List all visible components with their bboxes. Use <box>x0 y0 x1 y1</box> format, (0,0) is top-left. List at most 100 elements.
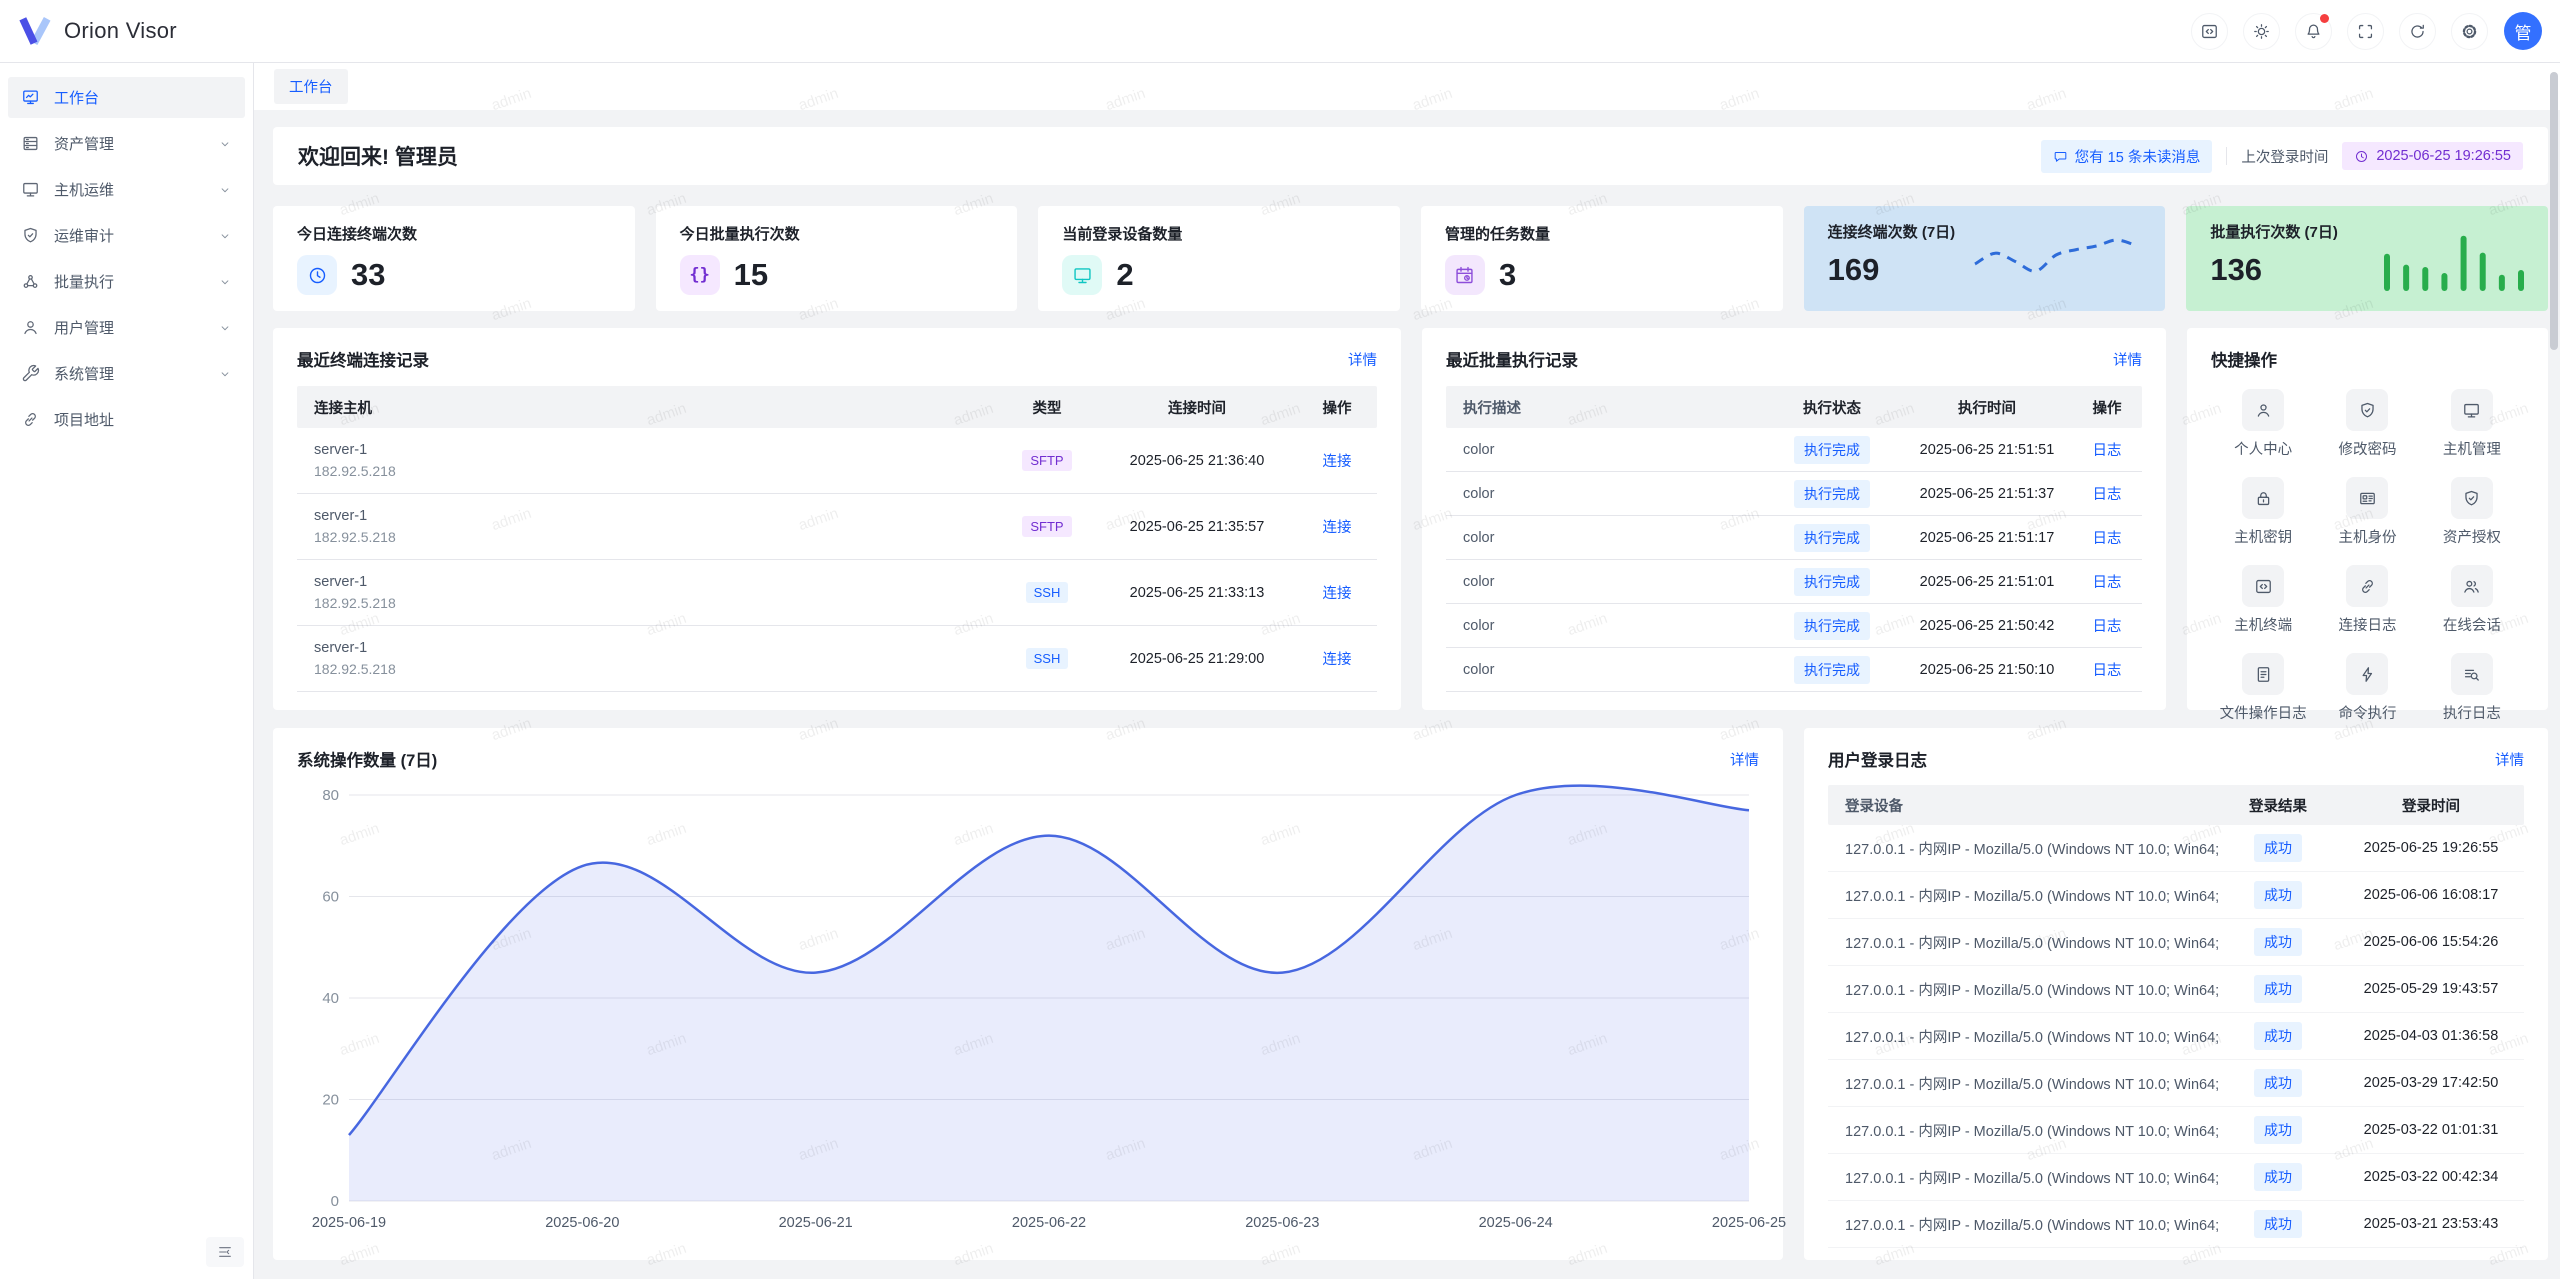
orion-logo-icon <box>18 16 52 46</box>
trend-label: 连接终端次数 (7日) <box>1828 221 1956 242</box>
quick-command-exec[interactable]: 命令执行 <box>2315 647 2419 729</box>
ops-chart-detail-link[interactable]: 详情 <box>1730 749 1759 770</box>
breadcrumb-item-workbench[interactable]: 工作台 <box>274 69 348 104</box>
sidebar-item-assets[interactable]: 资产管理 <box>8 123 245 164</box>
login-device: 127.0.0.1 - 内网IP - Mozilla/5.0 (Windows … <box>1828 1120 2218 1141</box>
exec-record-row: color 执行完成 2025-06-25 21:51:51 日志 <box>1446 428 2142 472</box>
brand[interactable]: Orion Visor <box>18 16 177 46</box>
quick-action-label: 主机身份 <box>2338 526 2396 547</box>
login-log-row: 127.0.0.1 - 内网IP - Mozilla/5.0 (Windows … <box>1828 1013 2524 1060</box>
fullscreen-button[interactable] <box>2347 13 2384 50</box>
login-result-badge: 成功 <box>2254 1116 2302 1144</box>
log-link[interactable]: 日志 <box>2093 663 2122 679</box>
theme-button[interactable] <box>2243 13 2280 50</box>
stat-label: 今日批量执行次数 <box>680 223 994 244</box>
chevron-down-icon <box>218 137 232 151</box>
quick-exec-logs[interactable]: 执行日志 <box>2420 647 2524 729</box>
log-link[interactable]: 日志 <box>2093 531 2122 547</box>
log-link[interactable]: 日志 <box>2093 487 2122 503</box>
sidebar-item-users[interactable]: 用户管理 <box>8 307 245 348</box>
scrollbar-thumb[interactable] <box>2550 72 2558 350</box>
braces-icon: {} <box>680 255 720 295</box>
login-log-detail-link[interactable]: 详情 <box>2495 749 2524 770</box>
login-time: 2025-04-03 01:36:58 <box>2338 1028 2524 1044</box>
login-result-badge: 成功 <box>2254 975 2302 1003</box>
exec-status-badge: 执行完成 <box>1794 436 1870 464</box>
quick-profile[interactable]: 个人中心 <box>2211 383 2315 465</box>
svg-text:2025-06-23: 2025-06-23 <box>1245 1215 1319 1231</box>
terminal-records-panel: 最近终端连接记录 详情 连接主机 类型 连接时间 操作 server-1 <box>273 328 1401 710</box>
wrench-icon <box>21 364 40 383</box>
quick-host-mgmt[interactable]: 主机管理 <box>2420 383 2524 465</box>
sidebar-item-batch-exec[interactable]: 批量执行 <box>8 261 245 302</box>
quick-file-op-logs[interactable]: 文件操作日志 <box>2211 647 2315 729</box>
user-icon <box>21 318 40 337</box>
quick-online-sessions[interactable]: 在线会话 <box>2420 559 2524 641</box>
content: 欢迎回来! 管理员 您有 15 条未读消息 上次登录时间 2025-06-25 … <box>254 110 2560 1260</box>
stat-value: 33 <box>351 257 385 293</box>
chevron-down-icon <box>218 367 232 381</box>
login-device: 127.0.0.1 - 内网IP - Mozilla/5.0 (Windows … <box>1828 838 2218 859</box>
quick-action-label: 个人中心 <box>2234 438 2292 459</box>
fullscreen-icon <box>2356 22 2375 41</box>
exec-record-row: color 执行完成 2025-06-25 21:50:42 日志 <box>1446 604 2142 648</box>
connect-link[interactable]: 连接 <box>1323 520 1352 536</box>
code-icon <box>2242 565 2284 607</box>
quick-host-terminal[interactable]: 主机终端 <box>2211 559 2315 641</box>
chevron-down-icon <box>218 321 232 335</box>
connect-link[interactable]: 连接 <box>1323 454 1352 470</box>
settings-button[interactable] <box>2451 13 2488 50</box>
quick-action-label: 文件操作日志 <box>2220 702 2307 723</box>
breadcrumb: 工作台 <box>254 63 2560 110</box>
connect-link[interactable]: 连接 <box>1323 652 1352 668</box>
connect-link[interactable]: 连接 <box>1323 586 1352 602</box>
login-device: 127.0.0.1 - 内网IP - Mozilla/5.0 (Windows … <box>1828 932 2218 953</box>
quick-host-keys[interactable]: 主机密钥 <box>2211 471 2315 553</box>
welcome-meta: 您有 15 条未读消息 上次登录时间 2025-06-25 19:26:55 <box>2041 140 2523 173</box>
sidebar-collapse-button[interactable] <box>206 1237 244 1267</box>
table-header: 连接主机 类型 连接时间 操作 <box>297 386 1377 428</box>
quick-change-password[interactable]: 修改密码 <box>2315 383 2419 465</box>
sidebar-item-host-ops[interactable]: 主机运维 <box>8 169 245 210</box>
quick-action-label: 在线会话 <box>2443 614 2501 635</box>
sidebar-item-system[interactable]: 系统管理 <box>8 353 245 394</box>
settings-icon <box>2460 22 2479 41</box>
stat-label: 管理的任务数量 <box>1445 223 1759 244</box>
quick-host-identity[interactable]: 主机身份 <box>2315 471 2419 553</box>
user-avatar[interactable]: 管 <box>2504 12 2542 50</box>
chevron-down-icon <box>218 183 232 197</box>
host-name: server-1 <box>314 640 997 656</box>
svg-text:0: 0 <box>331 1193 339 1210</box>
log-link[interactable]: 日志 <box>2093 443 2122 459</box>
login-log-row: 127.0.0.1 - 内网IP - Mozilla/5.0 (Windows … <box>1828 872 2524 919</box>
monitor-icon <box>2451 389 2493 431</box>
refresh-button[interactable] <box>2399 13 2436 50</box>
terminal-records-detail-link[interactable]: 详情 <box>1348 349 1377 370</box>
stat-value: 2 <box>1116 257 1133 293</box>
login-device: 127.0.0.1 - 内网IP - Mozilla/5.0 (Windows … <box>1828 979 2218 1000</box>
sidebar-item-label: 用户管理 <box>54 317 114 338</box>
sidebar-item-audit[interactable]: 运维审计 <box>8 215 245 256</box>
panel-title: 用户登录日志 <box>1828 747 1927 771</box>
message-icon <box>2053 149 2068 164</box>
quick-asset-auth[interactable]: 资产授权 <box>2420 471 2524 553</box>
exec-records-detail-link[interactable]: 详情 <box>2113 349 2142 370</box>
host-ip: 182.92.5.218 <box>314 661 997 677</box>
sidebar-item-project-link[interactable]: 项目地址 <box>8 399 245 440</box>
sidebar-item-workbench[interactable]: 工作台 <box>8 77 245 118</box>
log-link[interactable]: 日志 <box>2093 575 2122 591</box>
notifications-button[interactable] <box>2295 13 2332 50</box>
shield-icon <box>2451 477 2493 519</box>
quick-connect-logs[interactable]: 连接日志 <box>2315 559 2419 641</box>
code-preview-button[interactable] <box>2191 13 2228 50</box>
terminal-record-row: server-1 182.92.5.218 SSH 2025-06-25 21:… <box>297 626 1377 692</box>
log-link[interactable]: 日志 <box>2093 619 2122 635</box>
welcome-card: 欢迎回来! 管理员 您有 15 条未读消息 上次登录时间 2025-06-25 … <box>273 127 2548 185</box>
unread-messages-text: 您有 15 条未读消息 <box>2075 146 2201 167</box>
login-result-badge: 成功 <box>2254 1163 2302 1191</box>
exec-record-row: color 执行完成 2025-06-25 21:51:01 日志 <box>1446 560 2142 604</box>
terminal-record-row: server-1 182.92.5.218 SFTP 2025-06-25 21… <box>297 428 1377 494</box>
panel-title: 最近终端连接记录 <box>297 347 429 371</box>
svg-text:40: 40 <box>322 990 339 1007</box>
unread-messages-badge[interactable]: 您有 15 条未读消息 <box>2041 140 2213 173</box>
